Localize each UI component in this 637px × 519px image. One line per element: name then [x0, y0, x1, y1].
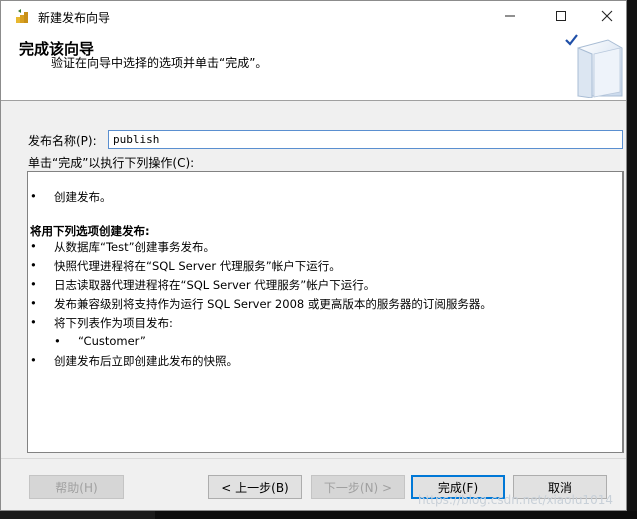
watermark-text: https://blog.csdn.net/xiaolu1014: [418, 493, 613, 507]
page-subtitle: 验证在向导中选择的选项并单击“完成”。: [51, 56, 268, 70]
wizard-header: 完成该向导 验证在向导中选择的选项并单击“完成”。: [1, 31, 626, 101]
close-icon: [601, 10, 613, 22]
list-item: • 将下列表作为项目发布:: [30, 315, 173, 330]
background-edge-bottom: [155, 511, 637, 519]
publication-name-label: 发布名称(P):: [28, 134, 97, 148]
back-button[interactable]: < 上一步(B): [208, 475, 302, 499]
list-item: • 创建发布后立即创建此发布的快照。: [30, 353, 238, 368]
maximize-icon: [556, 11, 566, 21]
publication-wizard-icon: [16, 9, 28, 23]
title-bar: 新建发布向导: [1, 1, 626, 31]
minimize-button[interactable]: [487, 1, 533, 31]
help-button[interactable]: 帮助(H): [29, 475, 124, 499]
footer-divider: [1, 458, 626, 459]
next-button[interactable]: 下一步(N) >: [311, 475, 405, 499]
wizard-book-icon: [565, 34, 623, 98]
actions-list[interactable]: • 创建发布。 将用下列选项创建发布: • 从数据库“Test”创建事务发布。 • 快…: [27, 171, 624, 453]
minimize-icon: [505, 15, 515, 17]
actions-label: 单击“完成”以执行下列操作(C):: [28, 156, 195, 170]
maximize-button[interactable]: [538, 1, 584, 31]
wizard-window: 新建发布向导 完成该向导 验证在向导中选择的选项并单击“完成”。 发布名称(P)…: [0, 0, 627, 511]
window-title: 新建发布向导: [38, 11, 111, 25]
publication-name-field[interactable]: publish: [108, 130, 623, 149]
close-button[interactable]: [584, 1, 630, 31]
background-edge: [627, 0, 637, 519]
